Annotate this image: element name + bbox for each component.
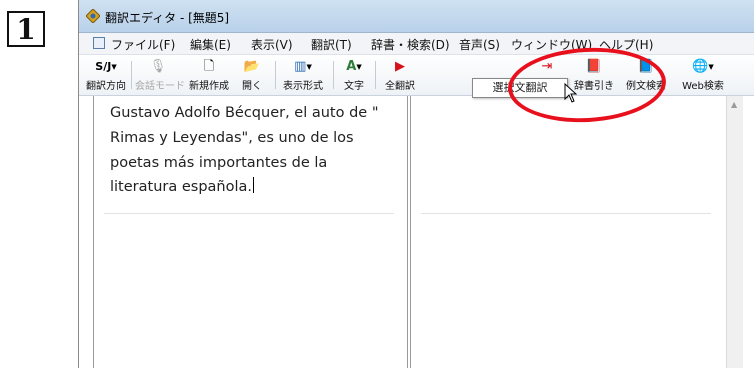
- dropdown-caret-icon: ▼: [356, 63, 362, 71]
- toolbar-separator: [131, 61, 132, 89]
- source-text-line: Rimas y Leyendas", es uno de los: [110, 129, 354, 146]
- tooltip-translate-selection: 選択文翻訳: [472, 78, 568, 98]
- microphone-icon: 🎙: [149, 59, 167, 74]
- display-format-label: 表示形式: [283, 81, 323, 92]
- play-arrow-icon: ▶: [395, 59, 405, 74]
- open-button[interactable]: 📂 開く: [237, 55, 267, 95]
- translate-all-label: 全翻訳: [385, 81, 415, 92]
- toolbar: S/J▼ 翻訳方向 🎙 会話モード 🗋 新規作成 📂 開く ▥▼ 表示形式 A▼…: [79, 55, 754, 96]
- mouse-pointer-icon: [564, 83, 578, 103]
- document-icon[interactable]: [93, 37, 105, 49]
- vertical-scrollbar[interactable]: ▲: [726, 96, 743, 368]
- source-text-pane[interactable]: Gustavo Adolfo Bécquer, el auto de " Rim…: [93, 96, 408, 368]
- translation-direction-button[interactable]: S/J▼ 翻訳方向: [85, 55, 127, 95]
- translation-direction-label: 翻訳方向: [86, 81, 126, 92]
- layout-icon: ▥: [294, 59, 307, 74]
- example-search-label: 例文検索: [626, 81, 666, 92]
- window-title: 翻訳エディタ - [無題5]: [105, 11, 230, 25]
- source-text-line: poetas más importantes de la: [110, 154, 328, 171]
- open-folder-icon: 📂: [243, 59, 261, 74]
- source-text[interactable]: Gustavo Adolfo Bécquer, el auto de " Rim…: [110, 101, 400, 200]
- menu-window[interactable]: ウィンドウ(W): [511, 36, 592, 53]
- sentence-divider: [421, 213, 711, 214]
- web-search-label: Web検索: [682, 81, 724, 92]
- new-document-label: 新規作成: [189, 81, 229, 92]
- dropdown-caret-icon: ▼: [111, 63, 117, 71]
- open-label: 開く: [242, 81, 262, 92]
- source-text-line: literatura española.: [110, 179, 252, 196]
- toolbar-separator: [333, 61, 334, 89]
- text-cursor: [253, 177, 254, 194]
- font-icon: A: [346, 59, 357, 74]
- characters-label: 文字: [344, 81, 364, 92]
- characters-button[interactable]: A▼ 文字: [339, 55, 369, 95]
- conversation-mode-button[interactable]: 🎙 会話モード: [135, 55, 185, 95]
- menu-translate[interactable]: 翻訳(T): [311, 36, 352, 53]
- title-bar: 翻訳エディタ - [無題5]: [79, 0, 754, 33]
- globe-icon: 🌐: [692, 59, 709, 74]
- translation-editor-window: 翻訳エディタ - [無題5] ファイル(F) 編集(E) 表示(V) 翻訳(T)…: [78, 0, 754, 368]
- menu-help[interactable]: ヘルプ(H): [599, 36, 653, 53]
- menu-edit[interactable]: 編集(E): [190, 36, 231, 53]
- step-number-badge: 1: [7, 11, 45, 47]
- menu-dictionary-search[interactable]: 辞書・検索(D): [371, 36, 450, 53]
- editor-panes: Gustavo Adolfo Bécquer, el auto de " Rim…: [79, 96, 754, 368]
- display-format-button[interactable]: ▥▼ 表示形式: [279, 55, 327, 95]
- toolbar-separator: [375, 61, 376, 89]
- translate-all-button[interactable]: ▶ 全翻訳: [379, 55, 421, 95]
- menu-file[interactable]: ファイル(F): [111, 36, 175, 53]
- source-text-line: Gustavo Adolfo Bécquer, el auto de ": [110, 105, 379, 121]
- translate-arrow-icon: ⇥: [541, 59, 553, 74]
- dropdown-caret-icon: ▼: [306, 63, 312, 71]
- translation-result-pane[interactable]: [410, 96, 727, 368]
- web-search-button[interactable]: 🌐▼ Web検索: [675, 55, 731, 95]
- toolbar-separator: [275, 61, 276, 89]
- new-document-icon: 🗋: [203, 59, 215, 74]
- direction-code: S/J: [95, 60, 112, 73]
- menu-voice[interactable]: 音声(S): [459, 36, 500, 53]
- new-document-button[interactable]: 🗋 新規作成: [185, 55, 233, 95]
- scroll-up-arrow-icon[interactable]: ▲: [731, 100, 737, 109]
- dictionary-icon: 📕: [585, 59, 603, 74]
- example-book-icon: 📘: [637, 59, 655, 74]
- app-logo-icon: [86, 9, 100, 23]
- dropdown-caret-icon: ▼: [708, 63, 714, 71]
- menu-bar: ファイル(F) 編集(E) 表示(V) 翻訳(T) 辞書・検索(D) 音声(S)…: [79, 33, 754, 55]
- menu-view[interactable]: 表示(V): [251, 36, 293, 53]
- sentence-divider: [104, 213, 394, 214]
- example-search-button[interactable]: 📘 例文検索: [621, 55, 671, 95]
- conversation-mode-label: 会話モード: [135, 81, 185, 92]
